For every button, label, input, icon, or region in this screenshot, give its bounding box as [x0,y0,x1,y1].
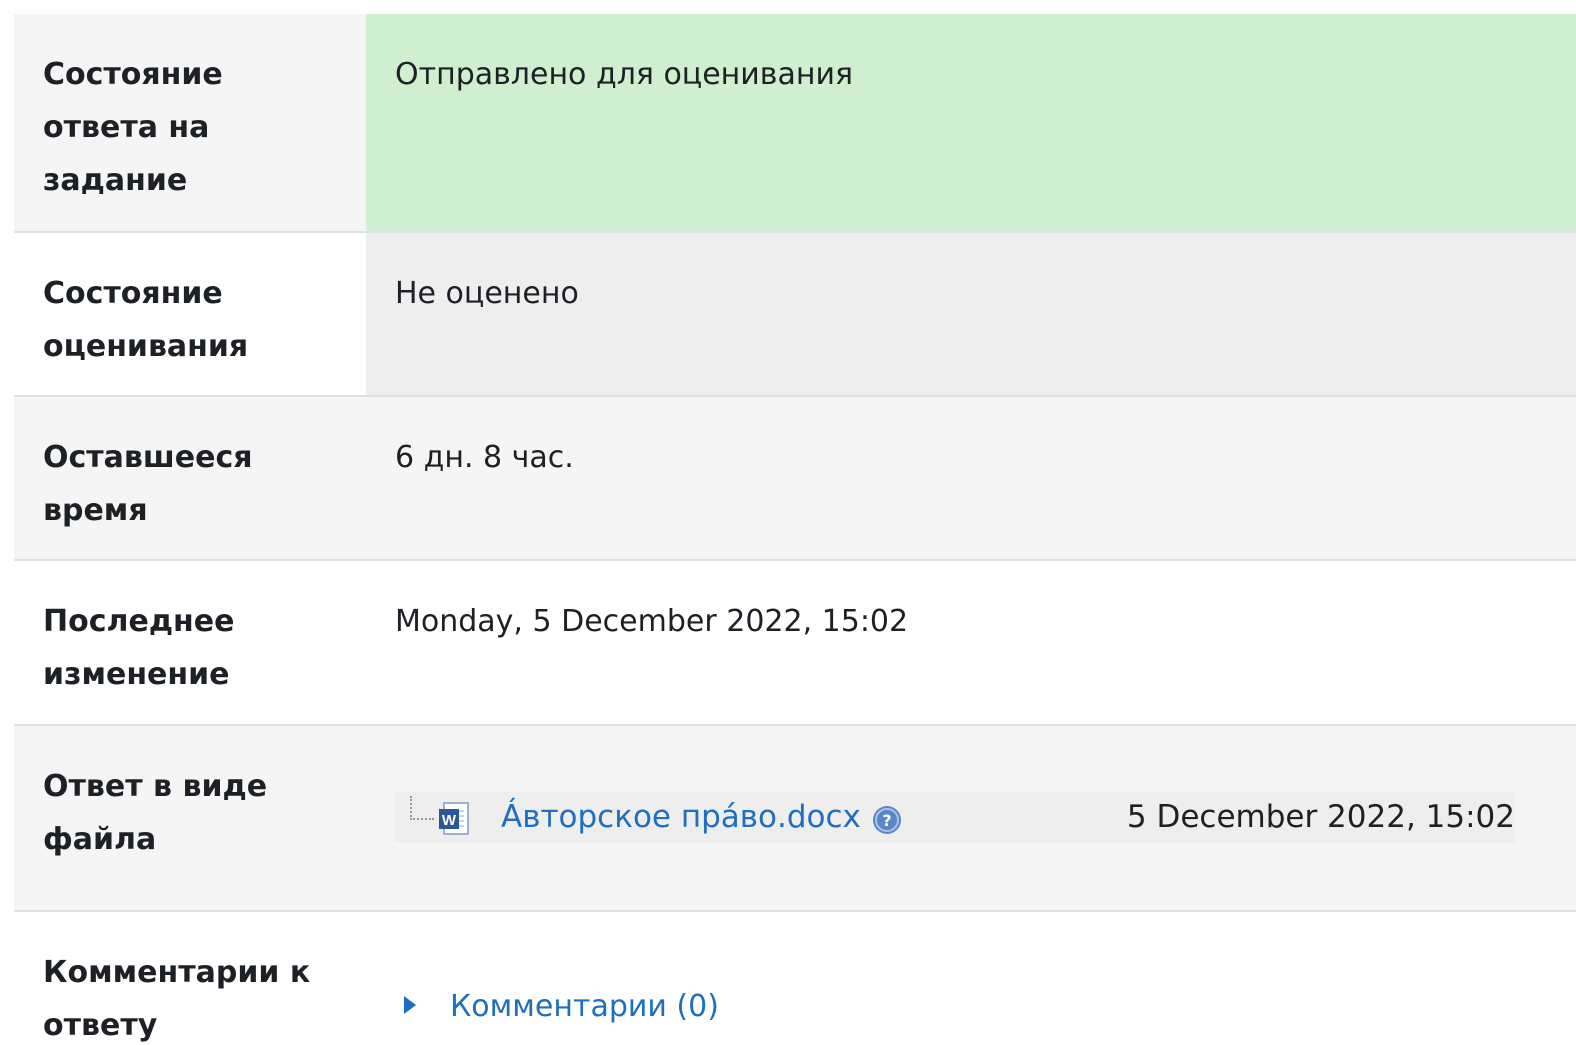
last-modified-value: Monday, 5 December 2022, 15:02 [366,561,1576,724]
time-remaining-value: 6 дн. 8 час. [366,397,1576,559]
top-margin [14,0,1576,14]
svg-text:W: W [442,812,457,829]
help-icon[interactable]: ? [871,804,903,836]
row-grading-status: Состояние оценивания Не оценено [14,233,1576,397]
word-document-icon: W [439,802,469,835]
row-time-remaining: Оставшееся время 6 дн. 8 час. [14,397,1576,561]
row-label: Комментарии к ответу [14,912,366,1045]
grading-status-value: Не оценено [366,233,1576,395]
left-margin [0,0,14,1045]
tree-connector [410,796,434,820]
comments-link-label: Комментарии (0) [450,989,719,1024]
file-date: 5 December 2022, 15:02 [1126,799,1515,835]
row-label: Состояние ответа на задание [14,14,366,231]
submission-status-table-frame: Состояние ответа на задание Отправлено д… [0,0,1576,1045]
comments-toggle-link[interactable]: Комментарии (0) [404,982,719,1032]
file-entry: W Áвторское прáво.docx ? 5 December 2022… [394,792,1515,842]
submission-status-table: Состояние ответа на задание Отправлено д… [14,14,1576,1045]
row-last-modified: Последнее изменение Monday, 5 December 2… [14,561,1576,726]
svg-text:?: ? [882,811,891,830]
row-submission-comments: Комментарии к ответу Комментарии (0) [14,912,1576,1045]
submission-status-value: Отправлено для оценивания [366,14,1576,231]
row-file-submission: Ответ в виде файла W Áвторское прáво.doc… [14,726,1576,912]
row-label: Ответ в виде файла [14,726,366,910]
row-label: Оставшееся время [14,397,366,559]
row-label: Состояние оценивания [14,233,366,395]
file-link[interactable]: Áвторское прáво.docx [501,792,861,842]
caret-right-icon [404,995,416,1014]
row-label: Последнее изменение [14,561,366,724]
row-submission-status: Состояние ответа на задание Отправлено д… [14,14,1576,233]
